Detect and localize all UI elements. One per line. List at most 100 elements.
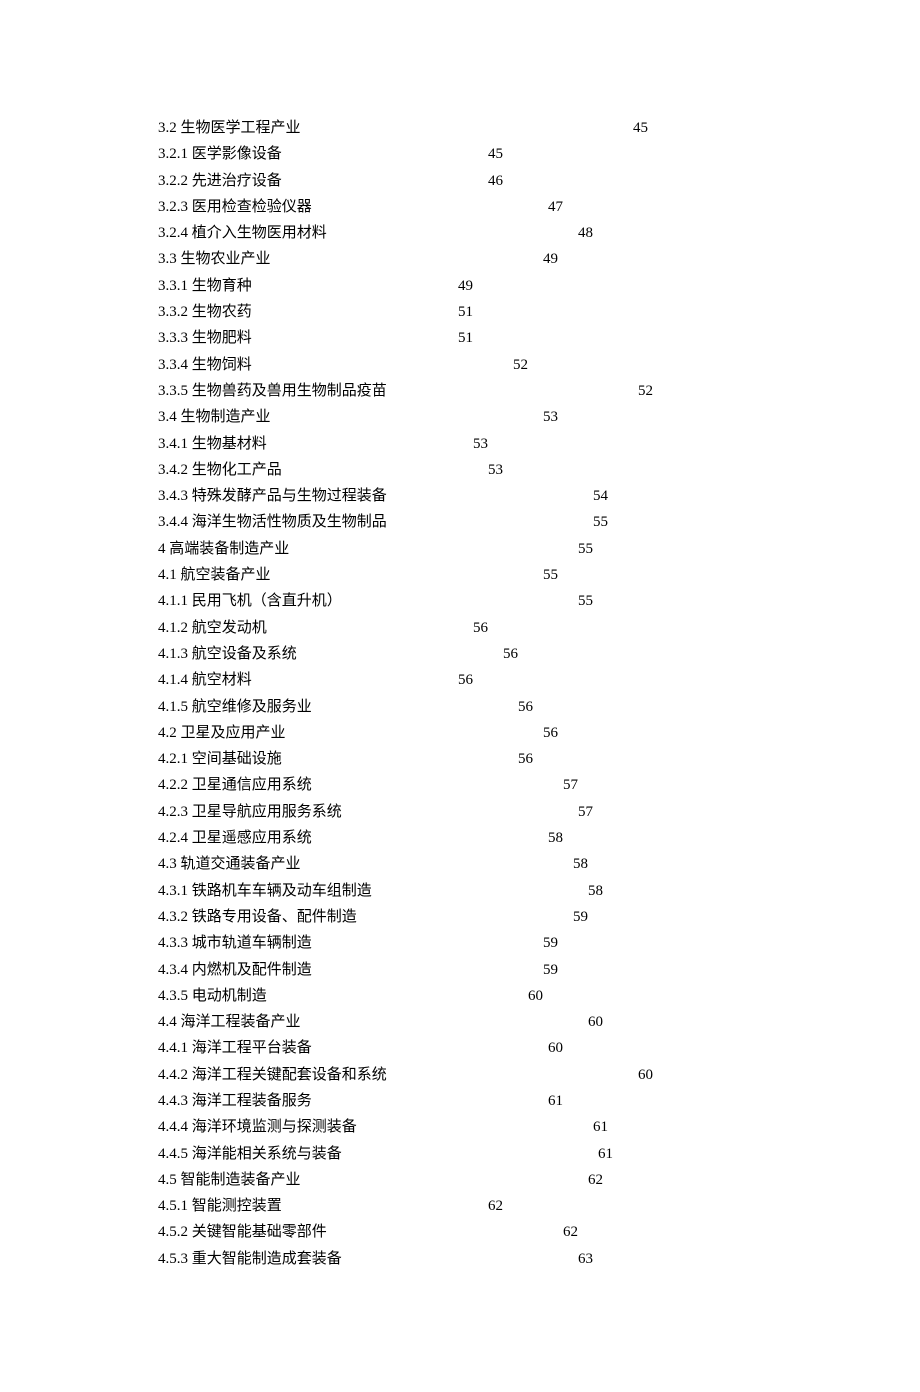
toc-page-number: 49	[543, 246, 558, 272]
toc-label: 3.2.3 医用检查检验仪器	[158, 194, 312, 220]
toc-entry: 3.4.3 特殊发酵产品与生物过程装备 54	[158, 483, 608, 509]
toc-entry: 3.3 生物农业产业 49	[158, 246, 558, 272]
toc-page-number: 48	[578, 220, 593, 246]
toc-entry: 3.2.1 医学影像设备45	[158, 141, 503, 167]
toc-entry: 3.3.4 生物饲料 52	[158, 352, 528, 378]
toc-entry: 4.3.3 城市轨道车辆制造 59	[158, 930, 558, 956]
toc-label: 3.3.2 生物农药	[158, 299, 252, 325]
toc-entry: 4.1 航空装备产业 55	[158, 562, 558, 588]
toc-page-number: 59	[543, 930, 558, 956]
toc-label: 4.1 航空装备产业	[158, 562, 271, 588]
toc-label: 3.4 生物制造产业	[158, 404, 271, 430]
toc-entry: 4.1.3 航空设备及系统 56	[158, 641, 518, 667]
toc-page-number: 57	[578, 799, 593, 825]
toc-label: 4.3.1 铁路机车车辆及动车组制造	[158, 878, 372, 904]
toc-label: 4.4.2 海洋工程关键配套设备和系统	[158, 1062, 387, 1088]
toc-entry: 4.1.1 民用飞机（含直升机）55	[158, 588, 593, 614]
toc-page-number: 62	[488, 1193, 503, 1219]
toc-entry: 4.3.1 铁路机车车辆及动车组制造 58	[158, 878, 603, 904]
toc-entry: 4.4 海洋工程装备产业 60	[158, 1009, 603, 1035]
toc-page-number: 58	[548, 825, 563, 851]
toc-entry: 4.3.2 铁路专用设备、配件制造 59	[158, 904, 588, 930]
toc-entry: 4.4.5 海洋能相关系统与装备 61	[158, 1141, 613, 1167]
toc-label: 3.3.3 生物肥料	[158, 325, 252, 351]
toc-label: 4.2 卫星及应用产业	[158, 720, 286, 746]
toc-label: 4.3.5 电动机制造	[158, 983, 267, 1009]
toc-entry: 4.2 卫星及应用产业 56	[158, 720, 558, 746]
toc-entry: 4.1.4 航空材料 56	[158, 667, 473, 693]
toc-label: 4.2.4 卫星遥感应用系统	[158, 825, 312, 851]
toc-label: 4.1.2 航空发动机	[158, 615, 267, 641]
toc-entry: 3.3.1 生物育种 49	[158, 273, 473, 299]
toc-page-number: 56	[518, 694, 533, 720]
toc-label: 4.5 智能制造装备产业	[158, 1167, 301, 1193]
toc-entry: 3.3.3 生物肥料51	[158, 325, 473, 351]
toc-entry: 4.2.4 卫星遥感应用系统 58	[158, 825, 563, 851]
toc-page-number: 59	[573, 904, 588, 930]
toc-page-number: 56	[458, 667, 473, 693]
toc-entry: 4.4.4 海洋环境监测与探测装备 61	[158, 1114, 608, 1140]
toc-page-number: 60	[528, 983, 543, 1009]
toc-label: 4 高端装备制造产业	[158, 536, 289, 562]
toc-entry: 4.2.1 空间基础设施56	[158, 746, 533, 772]
toc-label: 4.1.5 航空维修及服务业	[158, 694, 312, 720]
toc-page-number: 56	[503, 641, 518, 667]
toc-page-number: 55	[593, 509, 608, 535]
toc-label: 4.4.3 海洋工程装备服务	[158, 1088, 312, 1114]
toc-label: 3.3.1 生物育种	[158, 273, 252, 299]
toc-label: 3.3.5 生物兽药及兽用生物制品疫苗	[158, 378, 387, 404]
toc-label: 3.4.2 生物化工产品	[158, 457, 282, 483]
toc-label: 3.2 生物医学工程产业	[158, 115, 301, 141]
toc-page-number: 53	[473, 431, 488, 457]
toc-label: 3.2.2 先进治疗设备	[158, 168, 282, 194]
toc-entry: 3.4.1 生物基材料53	[158, 431, 488, 457]
toc-page-number: 55	[578, 536, 593, 562]
toc-page-number: 63	[578, 1246, 593, 1272]
toc-page-number: 55	[578, 588, 593, 614]
toc-entry: 4.1.5 航空维修及服务业 56	[158, 694, 533, 720]
toc-label: 4.4.4 海洋环境监测与探测装备	[158, 1114, 357, 1140]
toc-page-number: 60	[588, 1009, 603, 1035]
toc-page-number: 54	[593, 483, 608, 509]
toc-label: 4.1.4 航空材料	[158, 667, 252, 693]
toc-page-number: 53	[488, 457, 503, 483]
toc-page-number: 45	[633, 115, 648, 141]
toc-page-number: 61	[593, 1114, 608, 1140]
toc-page-number: 52	[513, 352, 528, 378]
toc-entry: 3.2.3 医用检查检验仪器 47	[158, 194, 563, 220]
toc-page-number: 62	[588, 1167, 603, 1193]
toc-entry: 3.2.2 先进治疗设备46	[158, 168, 503, 194]
toc-label: 3.4.3 特殊发酵产品与生物过程装备	[158, 483, 387, 509]
toc-label: 4.3.4 内燃机及配件制造	[158, 957, 312, 983]
toc-label: 4.3 轨道交通装备产业	[158, 851, 301, 877]
toc-entry: 3.4.4 海洋生物活性物质及生物制品 55	[158, 509, 608, 535]
toc-entry: 4.2.2 卫星通信应用系统57	[158, 772, 578, 798]
toc-page-number: 52	[638, 378, 653, 404]
toc-label: 4.4 海洋工程装备产业	[158, 1009, 301, 1035]
toc-page-number: 59	[543, 957, 558, 983]
toc-entry: 4.3.5 电动机制造 60	[158, 983, 543, 1009]
toc-page-number: 47	[548, 194, 563, 220]
table-of-contents: 3.2 生物医学工程产业 453.2.1 医学影像设备453.2.2 先进治疗设…	[158, 115, 762, 1272]
toc-entry: 4.4.2 海洋工程关键配套设备和系统 60	[158, 1062, 653, 1088]
toc-entry: 3.2.4 植介入生物医用材料48	[158, 220, 593, 246]
toc-label: 4.2.3 卫星导航应用服务系统	[158, 799, 342, 825]
toc-entry: 4.1.2 航空发动机56	[158, 615, 488, 641]
toc-label: 4.3.2 铁路专用设备、配件制造	[158, 904, 357, 930]
toc-entry: 3.2 生物医学工程产业 45	[158, 115, 648, 141]
toc-page-number: 60	[638, 1062, 653, 1088]
toc-entry: 4.4.3 海洋工程装备服务61	[158, 1088, 563, 1114]
toc-page-number: 57	[563, 772, 578, 798]
toc-label: 4.5.3 重大智能制造成套装备	[158, 1246, 342, 1272]
toc-page-number: 49	[458, 273, 473, 299]
toc-label: 3.4.4 海洋生物活性物质及生物制品	[158, 509, 387, 535]
toc-entry: 3.3.5 生物兽药及兽用生物制品疫苗 52	[158, 378, 653, 404]
toc-entry: 4.2.3 卫星导航应用服务系统 57	[158, 799, 593, 825]
toc-entry: 3.3.2 生物农药 51	[158, 299, 473, 325]
toc-label: 4.1.3 航空设备及系统	[158, 641, 297, 667]
toc-label: 4.3.3 城市轨道车辆制造	[158, 930, 312, 956]
toc-page-number: 61	[598, 1141, 613, 1167]
toc-page-number: 56	[518, 746, 533, 772]
toc-page-number: 51	[458, 299, 473, 325]
toc-page-number: 60	[548, 1035, 563, 1061]
